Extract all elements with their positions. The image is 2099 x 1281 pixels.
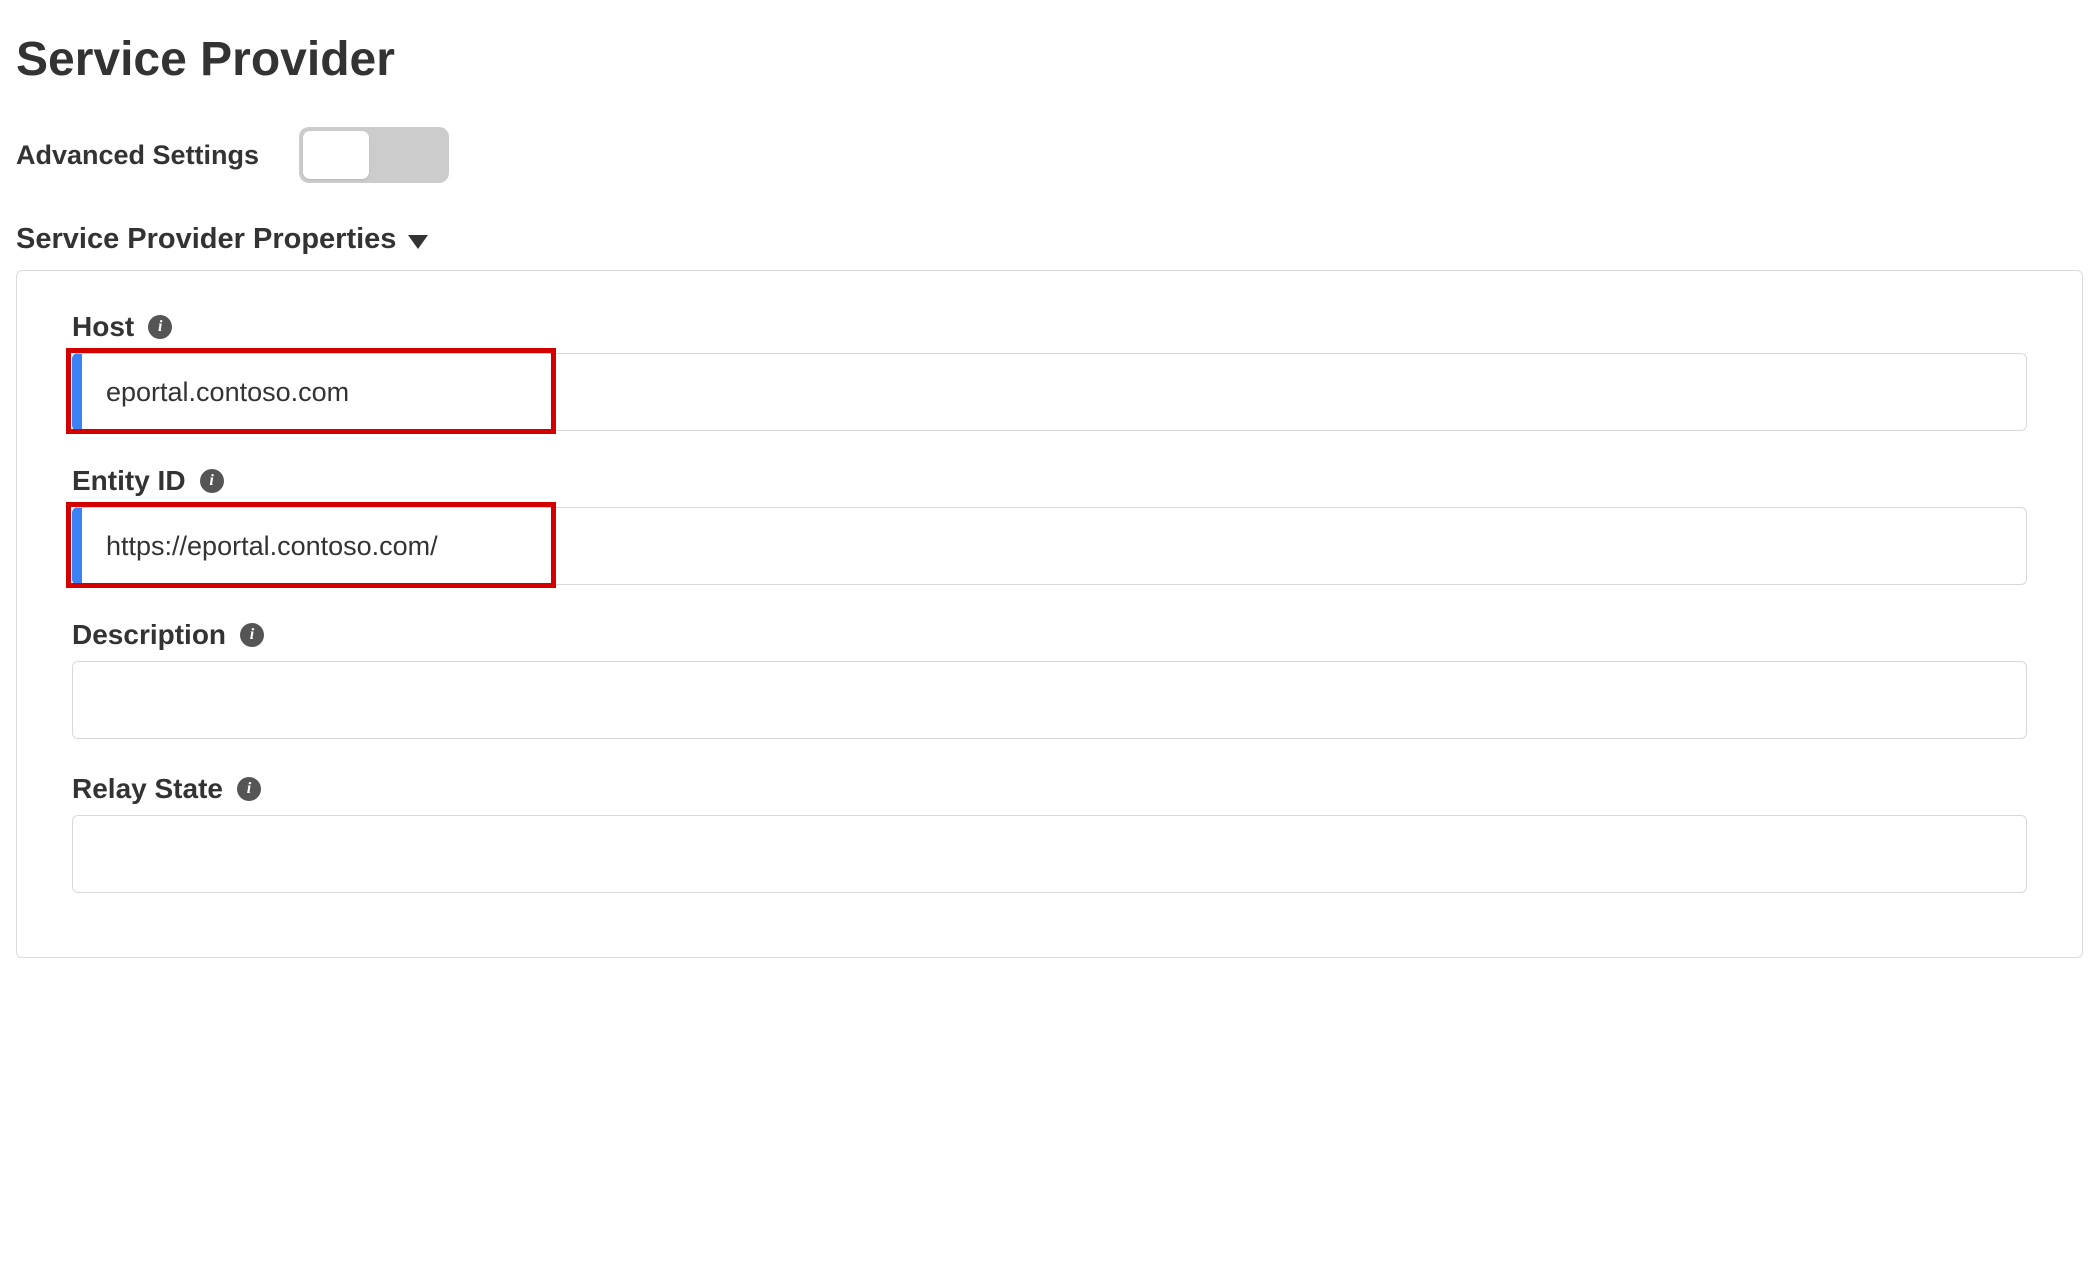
info-icon[interactable]: i: [200, 469, 224, 493]
relay-state-label: Relay State: [72, 773, 223, 805]
description-field-group: Description i: [72, 619, 2027, 739]
description-label: Description: [72, 619, 226, 651]
properties-panel: Host i Entity ID i Description i Relay S…: [16, 270, 2083, 958]
description-label-row: Description i: [72, 619, 2027, 651]
relay-state-label-row: Relay State i: [72, 773, 2027, 805]
section-title: Service Provider Properties: [16, 223, 396, 256]
service-provider-properties-header[interactable]: Service Provider Properties: [16, 223, 2083, 256]
relay-state-input[interactable]: [72, 815, 2027, 893]
advanced-settings-row: Advanced Settings: [16, 127, 2083, 183]
page-title: Service Provider: [16, 32, 2083, 87]
entity-id-field-group: Entity ID i: [72, 465, 2027, 585]
host-field-group: Host i: [72, 311, 2027, 431]
advanced-settings-toggle[interactable]: [299, 127, 449, 183]
entity-id-input[interactable]: [72, 507, 2027, 585]
info-icon[interactable]: i: [240, 623, 264, 647]
toggle-knob: [303, 131, 369, 179]
info-icon[interactable]: i: [148, 315, 172, 339]
entity-id-label: Entity ID: [72, 465, 186, 497]
host-input[interactable]: [72, 353, 2027, 431]
host-label: Host: [72, 311, 134, 343]
relay-state-field-group: Relay State i: [72, 773, 2027, 893]
advanced-settings-label: Advanced Settings: [16, 140, 259, 171]
entity-id-label-row: Entity ID i: [72, 465, 2027, 497]
chevron-down-icon: [408, 235, 428, 249]
info-icon[interactable]: i: [237, 777, 261, 801]
description-input[interactable]: [72, 661, 2027, 739]
host-label-row: Host i: [72, 311, 2027, 343]
